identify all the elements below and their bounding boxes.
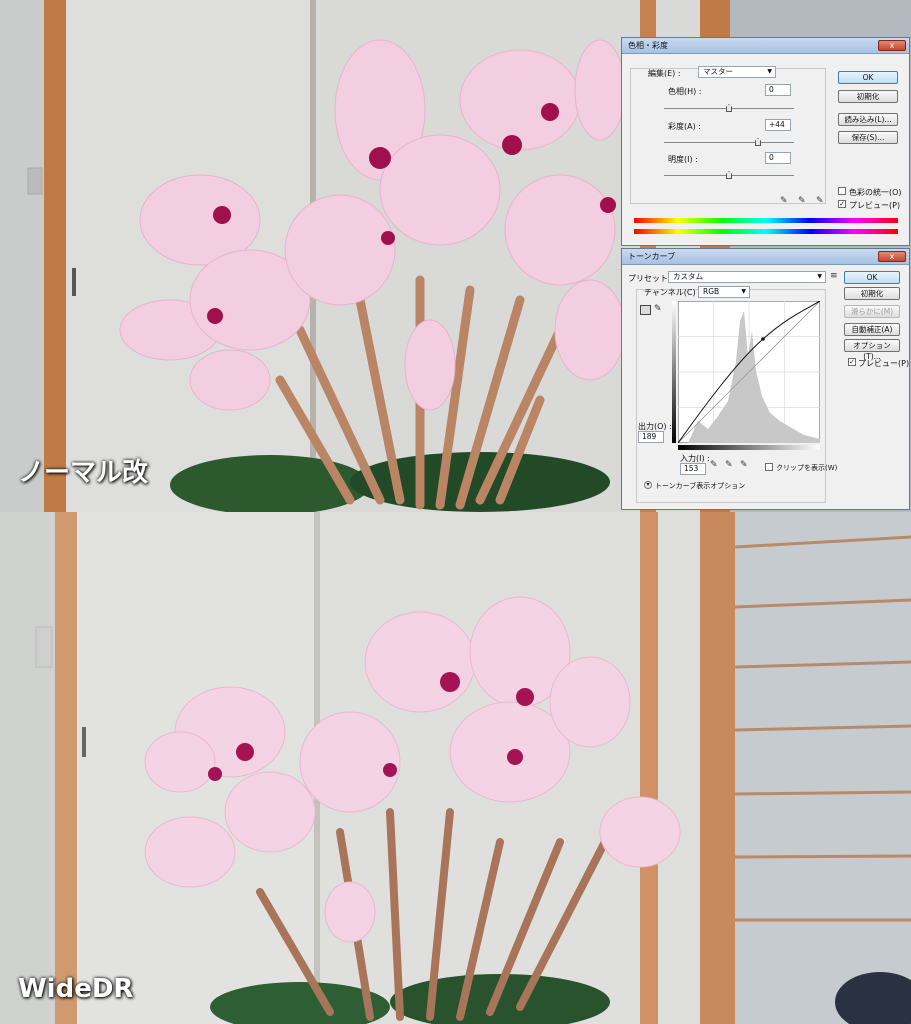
lightness-field[interactable]: 0 bbox=[765, 152, 791, 164]
hue-saturation-titlebar[interactable]: 色相・彩度 x bbox=[622, 38, 909, 54]
curves-graph[interactable] bbox=[678, 301, 820, 443]
eyedropper-black-icon[interactable]: ✎ bbox=[710, 460, 718, 470]
preview-checkbox[interactable]: ✓ bbox=[848, 358, 856, 366]
smooth-button[interactable]: 滑らかに(M) bbox=[844, 305, 900, 318]
ok-button[interactable]: OK bbox=[838, 71, 898, 84]
preset-select[interactable]: カスタム ▼ bbox=[668, 271, 826, 283]
saturation-slider[interactable] bbox=[664, 138, 794, 146]
pencil-icon[interactable]: ✎ bbox=[654, 304, 662, 314]
options-button[interactable]: オプション(T)... bbox=[844, 339, 900, 361]
chevron-down-icon: ▼ bbox=[817, 273, 822, 280]
channel-select-value: RGB bbox=[703, 287, 720, 296]
colorize-label: 色彩の統一(O) bbox=[849, 188, 902, 197]
eyedropper-white-icon[interactable]: ✎ bbox=[740, 460, 748, 470]
hue-saturation-title: 色相・彩度 bbox=[628, 41, 668, 50]
curve-point bbox=[761, 337, 765, 341]
hue-spectrum-bar-adjusted bbox=[634, 229, 898, 234]
curves-title: トーンカーブ bbox=[628, 252, 676, 261]
top-photo-panel: 色相・彩度 x 編集(E) : マスター ▼ 色相(H) : 0 彩度(A) : … bbox=[0, 0, 911, 512]
eyedropper-gray-icon[interactable]: ✎ bbox=[725, 460, 733, 470]
edit-label: 編集(E) : bbox=[648, 69, 681, 78]
channel-label: チャンネル(C) : bbox=[644, 288, 701, 297]
auto-button[interactable]: 自動補正(A) bbox=[844, 323, 900, 336]
preview-label: プレビュー(P) bbox=[849, 201, 901, 210]
top-caption: ノーマル改 bbox=[18, 458, 149, 488]
chevron-down-icon: ▼ bbox=[741, 288, 746, 295]
hue-slider[interactable] bbox=[664, 104, 794, 112]
preset-options-icon[interactable]: ≡ bbox=[830, 271, 838, 281]
input-field[interactable]: 153 bbox=[680, 463, 706, 475]
saturation-label: 彩度(A) : bbox=[668, 122, 701, 131]
eyedropper-icon[interactable]: ✎ bbox=[780, 196, 788, 206]
eyedropper-plus-icon[interactable]: ✎ bbox=[798, 196, 806, 206]
lightness-label: 明度(I) : bbox=[668, 155, 698, 164]
close-button[interactable]: x bbox=[878, 251, 906, 262]
curve-point-tool-icon[interactable] bbox=[640, 305, 651, 315]
edit-select-value: マスター bbox=[703, 67, 733, 76]
show-clipping-label: クリップを表示(W) bbox=[776, 464, 838, 472]
output-gradient-bar bbox=[672, 301, 676, 443]
ok-button[interactable]: OK bbox=[844, 271, 900, 284]
hue-field[interactable]: 0 bbox=[765, 84, 791, 96]
show-clipping-checkbox[interactable] bbox=[765, 463, 773, 471]
expand-icon[interactable]: ▾ bbox=[644, 481, 652, 489]
lightness-slider[interactable] bbox=[664, 171, 794, 179]
colorize-checkbox[interactable] bbox=[838, 187, 846, 195]
preview-label: プレビュー(P) bbox=[858, 359, 910, 368]
preview-checkbox[interactable]: ✓ bbox=[838, 200, 846, 208]
curves-dialog: トーンカーブ x プリセット(R) : カスタム ▼ ≡ チャンネル(C) : R… bbox=[621, 248, 910, 510]
output-field[interactable]: 189 bbox=[638, 431, 664, 443]
hue-spectrum-bar bbox=[634, 218, 898, 223]
hue-saturation-dialog: 色相・彩度 x 編集(E) : マスター ▼ 色相(H) : 0 彩度(A) : … bbox=[621, 37, 910, 246]
saturation-field[interactable]: +44 bbox=[765, 119, 791, 131]
channel-select[interactable]: RGB ▼ bbox=[698, 286, 750, 298]
reset-button[interactable]: 初期化 bbox=[838, 90, 898, 103]
edit-select[interactable]: マスター ▼ bbox=[698, 66, 776, 78]
eyedropper-minus-icon[interactable]: ✎ bbox=[816, 196, 824, 206]
save-button[interactable]: 保存(S)... bbox=[838, 131, 898, 144]
hue-label: 色相(H) : bbox=[668, 87, 702, 96]
input-gradient-bar bbox=[678, 445, 820, 450]
cyclamen-photo-widedr bbox=[0, 512, 911, 1024]
close-button[interactable]: x bbox=[878, 40, 906, 51]
curves-titlebar[interactable]: トーンカーブ x bbox=[622, 249, 909, 265]
display-options-label: トーンカーブ表示オプション bbox=[655, 482, 746, 490]
bottom-caption: WideDR bbox=[18, 974, 134, 1004]
chevron-down-icon: ▼ bbox=[767, 68, 772, 75]
load-button[interactable]: 読み込み(L)... bbox=[838, 113, 898, 126]
reset-button[interactable]: 初期化 bbox=[844, 287, 900, 300]
preset-select-value: カスタム bbox=[673, 272, 703, 281]
hue-saturation-group bbox=[630, 68, 826, 204]
bottom-photo-panel: WideDR bbox=[0, 512, 911, 1024]
